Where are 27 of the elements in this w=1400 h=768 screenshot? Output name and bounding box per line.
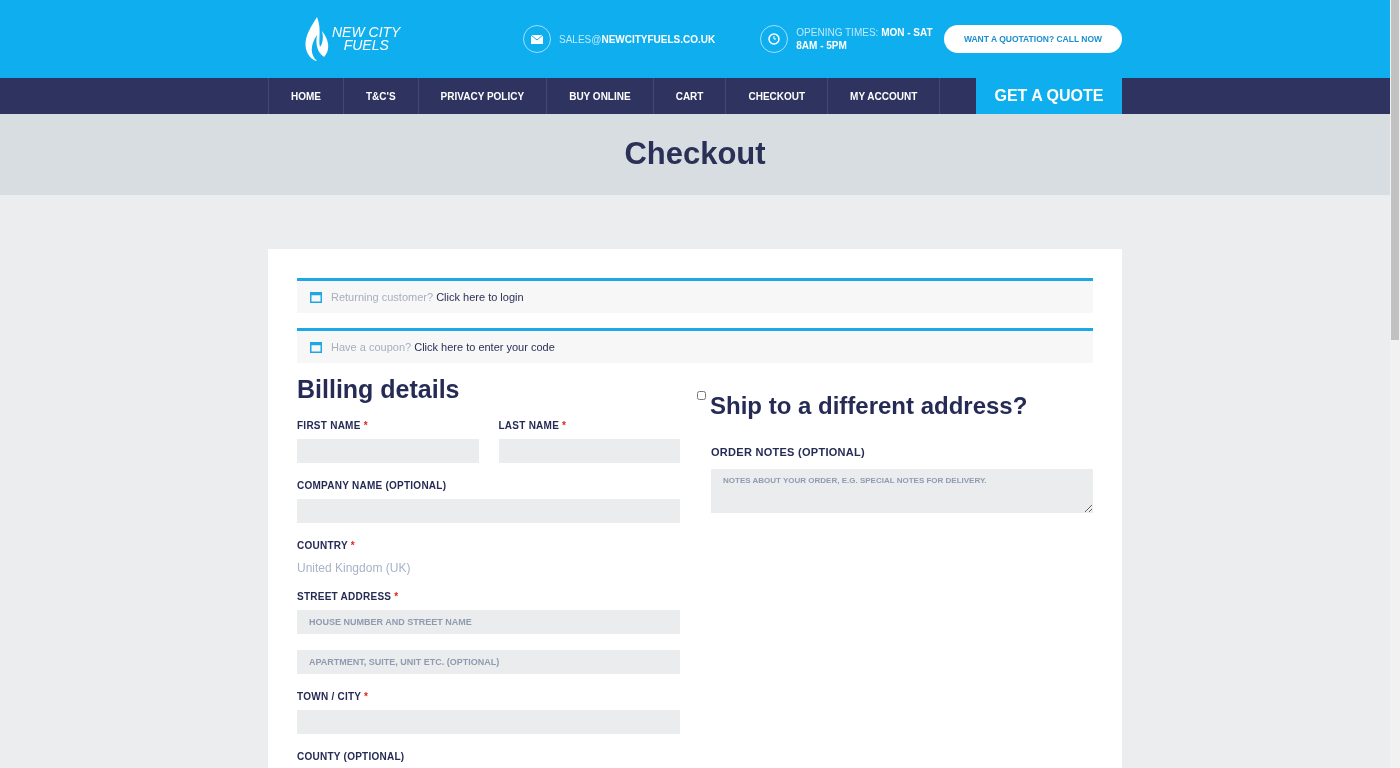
billing-title: Billing details — [297, 374, 461, 404]
notice-text: Have a coupon? Click here to enter your code — [331, 339, 555, 355]
page-title: Checkout — [624, 135, 766, 174]
field-label: LAST NAME * — [498, 420, 568, 432]
logo-text: NEW CITY FUELS — [332, 26, 401, 52]
field-label: ORDER NOTES (OPTIONAL) — [711, 445, 866, 460]
opening-times: OPENING TIMES: MON - SAT 8AM - 5PM — [796, 26, 933, 52]
flame-logo-icon — [304, 17, 330, 61]
email-text: SALES@NEWCITYFUELS.CO.UK — [559, 32, 716, 47]
field-label: COMPANY NAME (OPTIONAL) — [297, 480, 448, 492]
input-field[interactable]: HOUSE NUMBER AND STREET NAME — [297, 610, 680, 634]
field-label: COUNTY (OPTIONAL) — [297, 751, 406, 763]
notice-link[interactable]: Click here to login — [436, 290, 524, 303]
notice-text: Returning customer? Click here to login — [331, 289, 524, 305]
field-label: FIRST NAME * — [297, 420, 369, 432]
quotation-button[interactable]: WANT A QUOTATION? CALL NOW — [944, 25, 1122, 53]
field-label: TOWN / CITY * — [297, 691, 370, 703]
checkbox[interactable] — [697, 391, 706, 400]
scrollbar[interactable] — [1390, 0, 1400, 768]
window-icon — [310, 291, 322, 303]
window-icon — [310, 341, 322, 353]
notice-link[interactable]: Click here to enter your code — [414, 340, 555, 353]
field-label: COUNTRY * — [297, 540, 356, 552]
input-field[interactable]: APARTMENT, SUITE, UNIT ETC. (OPTIONAL) — [297, 650, 680, 674]
field-label: STREET ADDRESS * — [297, 591, 400, 603]
order-notes-field[interactable]: NOTES ABOUT YOUR ORDER, E.G. SPECIAL NOTES FOR DELIVERY. — [711, 468, 1093, 513]
shipping-title: Ship to a different address? — [710, 391, 1028, 421]
